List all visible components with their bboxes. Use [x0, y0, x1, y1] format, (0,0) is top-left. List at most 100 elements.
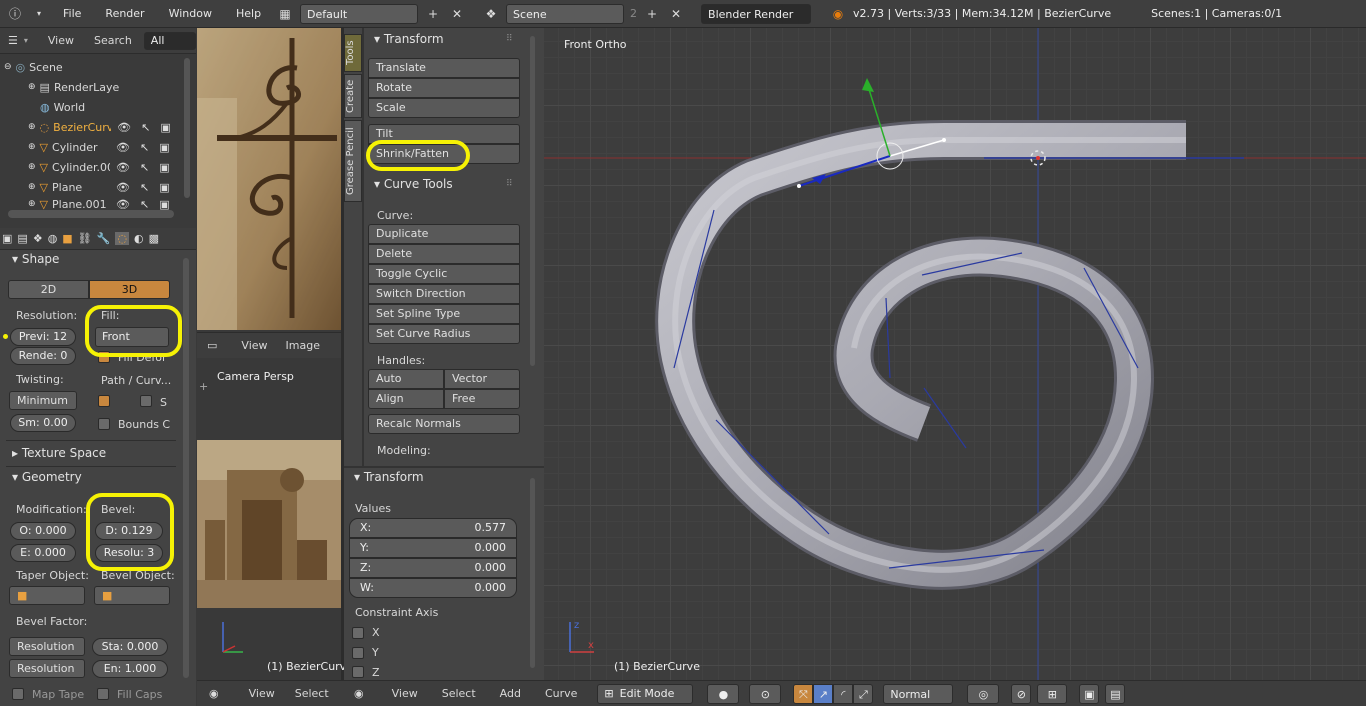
- scale-manipulator-icon[interactable]: ⤢: [853, 683, 874, 704]
- menu-curve[interactable]: Curve: [545, 687, 577, 700]
- value-z-field[interactable]: Z: 0.000: [349, 558, 517, 578]
- handle-vector-button[interactable]: Vector: [444, 369, 520, 389]
- delete-button[interactable]: Delete: [368, 244, 520, 264]
- outliner-item-beziercurve[interactable]: ⊕◌BezierCurve👁↖▣: [0, 117, 196, 137]
- scene-field[interactable]: Scene: [506, 3, 625, 24]
- outliner-item-cylinder001[interactable]: ⊕ ▽ Cylinder.00 👁 ↖ ▣: [0, 157, 196, 177]
- cursor-icon[interactable]: ↖: [140, 141, 149, 154]
- modifiers-tab-icon[interactable]: 🔧: [97, 232, 111, 245]
- tab-create[interactable]: Create: [344, 74, 362, 118]
- drag-handle-icon[interactable]: ⠿: [506, 179, 513, 189]
- menu-select[interactable]: Select: [442, 687, 476, 700]
- add-scene-icon[interactable]: +: [643, 5, 661, 23]
- layers-tab-icon[interactable]: ▤: [17, 232, 27, 245]
- 2d-button[interactable]: 2D: [8, 280, 89, 299]
- camera-render-icon[interactable]: ▣: [160, 121, 170, 134]
- drag-handle-icon[interactable]: ⠿: [506, 34, 513, 44]
- editor-menu-chevron-icon[interactable]: ▾: [30, 5, 48, 23]
- outliner-search-menu[interactable]: Search: [94, 34, 132, 47]
- camera-render-icon[interactable]: ▣: [159, 161, 169, 174]
- outliner-view-menu[interactable]: View: [48, 34, 74, 47]
- view3d-editor-icon[interactable]: ◉: [354, 687, 364, 700]
- menu-view[interactable]: View: [392, 687, 418, 700]
- redo-panel-scrollbar[interactable]: [530, 478, 535, 668]
- eye-icon[interactable]: 👁: [116, 161, 130, 174]
- eye-icon[interactable]: 👁: [116, 198, 130, 211]
- handle-auto-button[interactable]: Auto: [368, 369, 444, 389]
- stretch-checkbox[interactable]: [140, 395, 152, 407]
- image-image-menu[interactable]: Image: [286, 339, 320, 352]
- constraint-y-row[interactable]: Y: [352, 646, 379, 659]
- path-radius-checkbox[interactable]: [98, 395, 110, 407]
- menu-file[interactable]: File: [54, 7, 90, 20]
- redo-transform-header[interactable]: ▾ Transform: [354, 470, 424, 484]
- eye-icon[interactable]: 👁: [117, 121, 131, 134]
- bevel-object-field[interactable]: ■: [94, 586, 170, 605]
- cursor-icon[interactable]: ↖: [141, 121, 150, 134]
- render-engine-select[interactable]: Blender Render: [701, 3, 812, 24]
- 3d-viewport[interactable]: Front Ortho z x (1) BezierCurve: [544, 28, 1366, 680]
- offset-field[interactable]: O: 0.000: [10, 522, 76, 540]
- preview-resolution-field[interactable]: Previ: 12: [10, 328, 76, 346]
- extrude-field[interactable]: E: 0.000: [10, 544, 76, 562]
- rotate-manipulator-icon[interactable]: ◜: [833, 683, 854, 704]
- tab-tools[interactable]: Tools: [344, 34, 362, 72]
- remove-scene-icon[interactable]: ✕: [667, 5, 685, 23]
- rotate-button[interactable]: Rotate: [368, 78, 520, 98]
- twisting-mode-select[interactable]: Minimum: [9, 391, 77, 410]
- render-resolution-field[interactable]: Rende: 0: [10, 347, 76, 365]
- bevel-factor-mapping-end-select[interactable]: Resolution: [9, 659, 85, 678]
- constraint-z-row[interactable]: Z: [352, 665, 380, 679]
- outliner-item-world[interactable]: ◍ World: [0, 97, 196, 117]
- recalc-normals-button[interactable]: Recalc Normals: [368, 414, 520, 434]
- bevel-factor-mapping-start-select[interactable]: Resolution: [9, 637, 85, 656]
- scene-icon[interactable]: ❖: [482, 5, 500, 23]
- menu-add[interactable]: Add: [500, 687, 521, 700]
- camera-render-icon[interactable]: ▣: [159, 141, 169, 154]
- constraint-x-row[interactable]: X: [352, 626, 380, 639]
- remove-screen-icon[interactable]: ✕: [448, 5, 466, 23]
- menu-window[interactable]: Window: [160, 7, 221, 20]
- material-tab-icon[interactable]: ◐: [134, 232, 144, 245]
- curve-data-tab-icon[interactable]: ◌: [115, 232, 129, 245]
- shading-select[interactable]: ●: [707, 683, 740, 704]
- pivot-select[interactable]: ⊙: [749, 683, 782, 704]
- outliner-editor-icon[interactable]: ☰: [8, 34, 18, 47]
- value-w-field[interactable]: W: 0.000: [349, 578, 517, 598]
- scene-tab-icon[interactable]: ❖: [33, 232, 43, 245]
- smooth-field[interactable]: Sm: 0.00: [10, 414, 76, 432]
- outliner-filter-select[interactable]: All Scene: [143, 31, 196, 50]
- plus-icon[interactable]: +: [199, 380, 208, 393]
- switch-direction-button[interactable]: Switch Direction: [368, 284, 520, 304]
- toggle-cyclic-button[interactable]: Toggle Cyclic: [368, 264, 520, 284]
- texture-space-section-header[interactable]: ▸ Texture Space: [12, 446, 106, 460]
- handle-free-button[interactable]: Free: [444, 389, 520, 409]
- mode-select[interactable]: ⊞ Edit Mode: [597, 683, 694, 704]
- world-tab-icon[interactable]: ◍: [48, 232, 58, 245]
- image-editor-icon[interactable]: ▭: [207, 339, 217, 352]
- translate-button[interactable]: Translate: [368, 58, 520, 78]
- info-icon[interactable]: ⓘ: [6, 5, 24, 23]
- curve-tools-section-header[interactable]: ▾ Curve Tools: [374, 177, 453, 191]
- cursor-icon[interactable]: ↖: [140, 181, 149, 194]
- image-view-menu[interactable]: View: [241, 339, 267, 352]
- screen-layout-icon[interactable]: ▦: [276, 5, 294, 23]
- camera-render-icon[interactable]: ▣: [159, 198, 169, 211]
- fill-caps-checkbox[interactable]: [97, 688, 109, 700]
- eye-icon[interactable]: 👁: [116, 141, 130, 154]
- outliner-item-renderlayers[interactable]: ⊕ ▤ RenderLaye: [0, 77, 196, 97]
- proportional-edit-select[interactable]: ◎: [967, 683, 1000, 704]
- snap-toggle-icon[interactable]: ⊘: [1011, 683, 1032, 704]
- camera-render-icon[interactable]: ▣: [159, 181, 169, 194]
- constraints-tab-icon[interactable]: ⛓: [78, 232, 92, 245]
- bounds-clamp-checkbox[interactable]: [98, 418, 110, 430]
- texture-tab-icon[interactable]: ▩: [149, 232, 159, 245]
- menu-help[interactable]: Help: [227, 7, 270, 20]
- object-tab-icon[interactable]: ■: [62, 232, 72, 245]
- outliner-item-plane[interactable]: ⊕ ▽ Plane 👁 ↖ ▣: [0, 177, 196, 197]
- cursor-icon[interactable]: ↖: [140, 161, 149, 174]
- tool-shelf-scrollbar[interactable]: [530, 36, 535, 366]
- transform-section-header[interactable]: ▾ Transform: [374, 32, 444, 46]
- scale-button[interactable]: Scale: [368, 98, 520, 118]
- menu-render[interactable]: Render: [96, 7, 153, 20]
